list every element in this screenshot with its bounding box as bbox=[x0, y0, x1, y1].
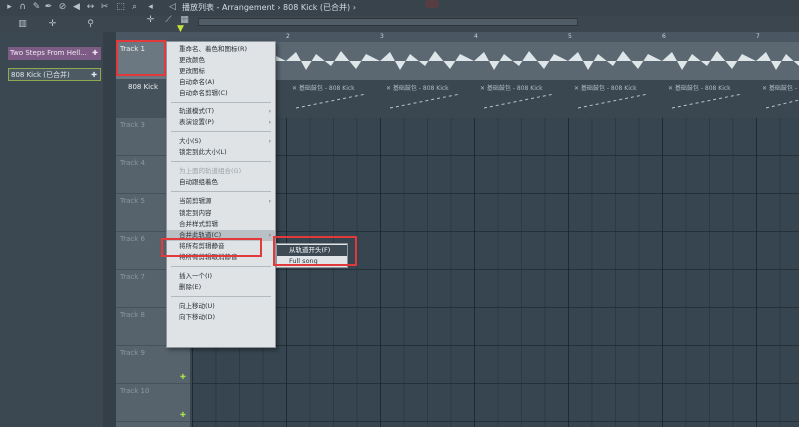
clip-label: ✕ 基础鼓包 - 808 Kick bbox=[668, 85, 731, 92]
draw-tool-icon[interactable]: ✎ bbox=[32, 3, 41, 12]
submenu-arrow-icon: › bbox=[268, 198, 271, 205]
menu-item-size[interactable]: 大小(S) › bbox=[167, 136, 275, 147]
select-tool-icon[interactable]: ⬚ bbox=[116, 3, 125, 12]
clip-label: ✕ 基础鼓包 - 808 Kick bbox=[386, 85, 449, 92]
pattern-item[interactable]: 808 Kick (已合并) ✚ bbox=[8, 68, 101, 81]
clip-label: ✕ 基础鼓包 - 808 Kick bbox=[762, 85, 799, 92]
audio-waveform bbox=[192, 51, 799, 70]
clip-label: ✕ 基础鼓包 - 808 Kick bbox=[292, 85, 355, 92]
menu-item-group-above: 为上面的轨道组合(G) bbox=[179, 167, 242, 175]
track-name: Track 9 bbox=[120, 349, 145, 357]
highlight-box-menu-item bbox=[161, 238, 262, 257]
menu-item-change-icon[interactable]: 更改图标 bbox=[167, 66, 275, 77]
panel-divider[interactable] bbox=[103, 32, 116, 427]
slip-tool-icon[interactable]: ↔ bbox=[86, 3, 95, 12]
submenu-arrow-icon: › bbox=[268, 119, 271, 126]
menu-item-rename[interactable]: 重命名、着色和图标(R) bbox=[167, 44, 275, 55]
speaker-icon[interactable]: ◁ bbox=[168, 3, 177, 12]
menu-item-auto-name[interactable]: 自动命名(A) bbox=[167, 77, 275, 88]
menu-item-move-down[interactable]: 向下移动(D) bbox=[167, 312, 275, 323]
submenu-arrow-icon: › bbox=[268, 232, 271, 239]
menu-item-current-clip-source[interactable]: 当前剪辑源 › bbox=[167, 196, 275, 207]
menu-separator bbox=[171, 102, 271, 103]
delete-tool-icon[interactable]: ⊘ bbox=[58, 3, 67, 12]
track-header[interactable]: Track 9 ✚ bbox=[116, 346, 190, 384]
bar-number: 6 bbox=[662, 33, 666, 40]
plus-icon[interactable]: ✚ bbox=[180, 374, 186, 381]
record-indicator bbox=[425, 0, 439, 8]
clip-label: ✕ 基础鼓包 - 808 Kick bbox=[574, 85, 637, 92]
menu-item-merge-pattern-clips[interactable]: 合并样式剪辑 bbox=[167, 219, 275, 230]
clip-label: ✕ 基础鼓包 - 808 Kick bbox=[480, 85, 543, 92]
playlist-grid[interactable] bbox=[192, 118, 799, 427]
menu-item-performance[interactable]: 表演设置(P) › bbox=[167, 117, 275, 128]
track-name: Track 8 bbox=[120, 311, 145, 319]
menu-item-lock-size[interactable]: 锁定到此大小(L) bbox=[167, 147, 275, 158]
picker-panel: Two Steps From Hell... ✚ 808 Kick (已合并) … bbox=[0, 32, 104, 427]
menu-item-lock-to-content[interactable]: 锁定到内容 bbox=[167, 208, 275, 219]
track-lane-1[interactable] bbox=[192, 42, 799, 80]
highlight-box-submenu bbox=[273, 236, 357, 266]
expand-icon[interactable]: ✚ bbox=[91, 69, 97, 82]
menu-item-move-up[interactable]: 向上移动(U) bbox=[167, 301, 275, 312]
highlight-box-track1 bbox=[116, 40, 166, 76]
link-icon[interactable]: ⚲ bbox=[86, 20, 95, 29]
arrows-icon[interactable]: ✛ bbox=[48, 20, 57, 29]
bar-number: 5 bbox=[568, 33, 572, 40]
menu-separator bbox=[171, 191, 271, 192]
expand-icon[interactable]: ✚ bbox=[92, 47, 98, 60]
slice-tool-icon[interactable]: ✂ bbox=[100, 3, 109, 12]
pattern-item[interactable]: Two Steps From Hell... ✚ bbox=[8, 47, 101, 60]
play-small-icon[interactable]: ▸ bbox=[5, 3, 14, 12]
track-name: 808 Kick bbox=[128, 83, 159, 91]
menu-separator bbox=[171, 131, 271, 132]
bar-number: 3 bbox=[380, 33, 384, 40]
bar-number: 4 bbox=[474, 33, 478, 40]
track-name: Track 5 bbox=[120, 197, 145, 205]
bar-number: 7 bbox=[756, 33, 760, 40]
mute-tool-icon[interactable]: ◀ bbox=[72, 3, 81, 12]
playback-tool-icon[interactable]: ◂ bbox=[146, 3, 155, 12]
piano-roll-icon[interactable]: ▥ bbox=[18, 20, 27, 29]
menu-item-delete[interactable]: 删除(E) bbox=[167, 282, 275, 293]
pattern-label: Two Steps From Hell... bbox=[10, 49, 87, 57]
plus-icon[interactable]: ✚ bbox=[180, 412, 186, 419]
zoom-tool-icon[interactable]: ⌕ bbox=[130, 3, 139, 12]
bar-number: 2 bbox=[286, 33, 290, 40]
menu-item-change-color[interactable]: 更改颜色 bbox=[167, 55, 275, 66]
top-toolbar: ▸ ∩ ✎ ✒ ⊘ ◀ ↔ ✂ ⬚ ⌕ ◂ ◁ 播放列表 - Arrangeme… bbox=[0, 0, 799, 17]
track-name: Track 3 bbox=[120, 121, 145, 129]
menu-item-auto-group-color[interactable]: 自动跟组着色 bbox=[167, 177, 275, 188]
menu-separator bbox=[171, 161, 271, 162]
paint-tool-icon[interactable]: ✒ bbox=[44, 3, 53, 12]
snap-magnet-icon[interactable]: ∩ bbox=[18, 3, 27, 12]
track-name: Track 6 bbox=[120, 235, 145, 243]
submenu-arrow-icon: › bbox=[268, 138, 271, 145]
menu-separator bbox=[171, 266, 271, 267]
playlist-toolbar: ▥ ✛ ⚲ ✛ ⟋ ▦ ▼ bbox=[0, 16, 799, 34]
pencil-icon[interactable]: ⟋ bbox=[164, 16, 173, 25]
menu-separator bbox=[171, 296, 271, 297]
pattern-label: 808 Kick (已合并) bbox=[11, 71, 70, 79]
track-header[interactable]: Track 10 ✚ bbox=[116, 384, 190, 422]
horizontal-scrollbar[interactable] bbox=[198, 18, 578, 26]
menu-item-track-mode[interactable]: 轨道模式(T) › bbox=[167, 106, 275, 117]
track-name: Track 10 bbox=[120, 387, 150, 395]
menu-item-insert-one[interactable]: 插入一个(I) bbox=[167, 271, 275, 282]
submenu-arrow-icon: › bbox=[268, 108, 271, 115]
move-icon[interactable]: ✛ bbox=[146, 16, 155, 25]
track-context-menu: 重命名、着色和图标(R) 更改颜色 更改图标 自动命名(A) 自动命名剪辑(C)… bbox=[166, 41, 276, 348]
menu-item-auto-name-clips[interactable]: 自动命名剪辑(C) bbox=[167, 88, 275, 99]
track-name: Track 7 bbox=[120, 273, 145, 281]
breadcrumb: 播放列表 - Arrangement › 808 Kick (已合并) › bbox=[182, 3, 356, 12]
track-name: Track 4 bbox=[120, 159, 145, 167]
